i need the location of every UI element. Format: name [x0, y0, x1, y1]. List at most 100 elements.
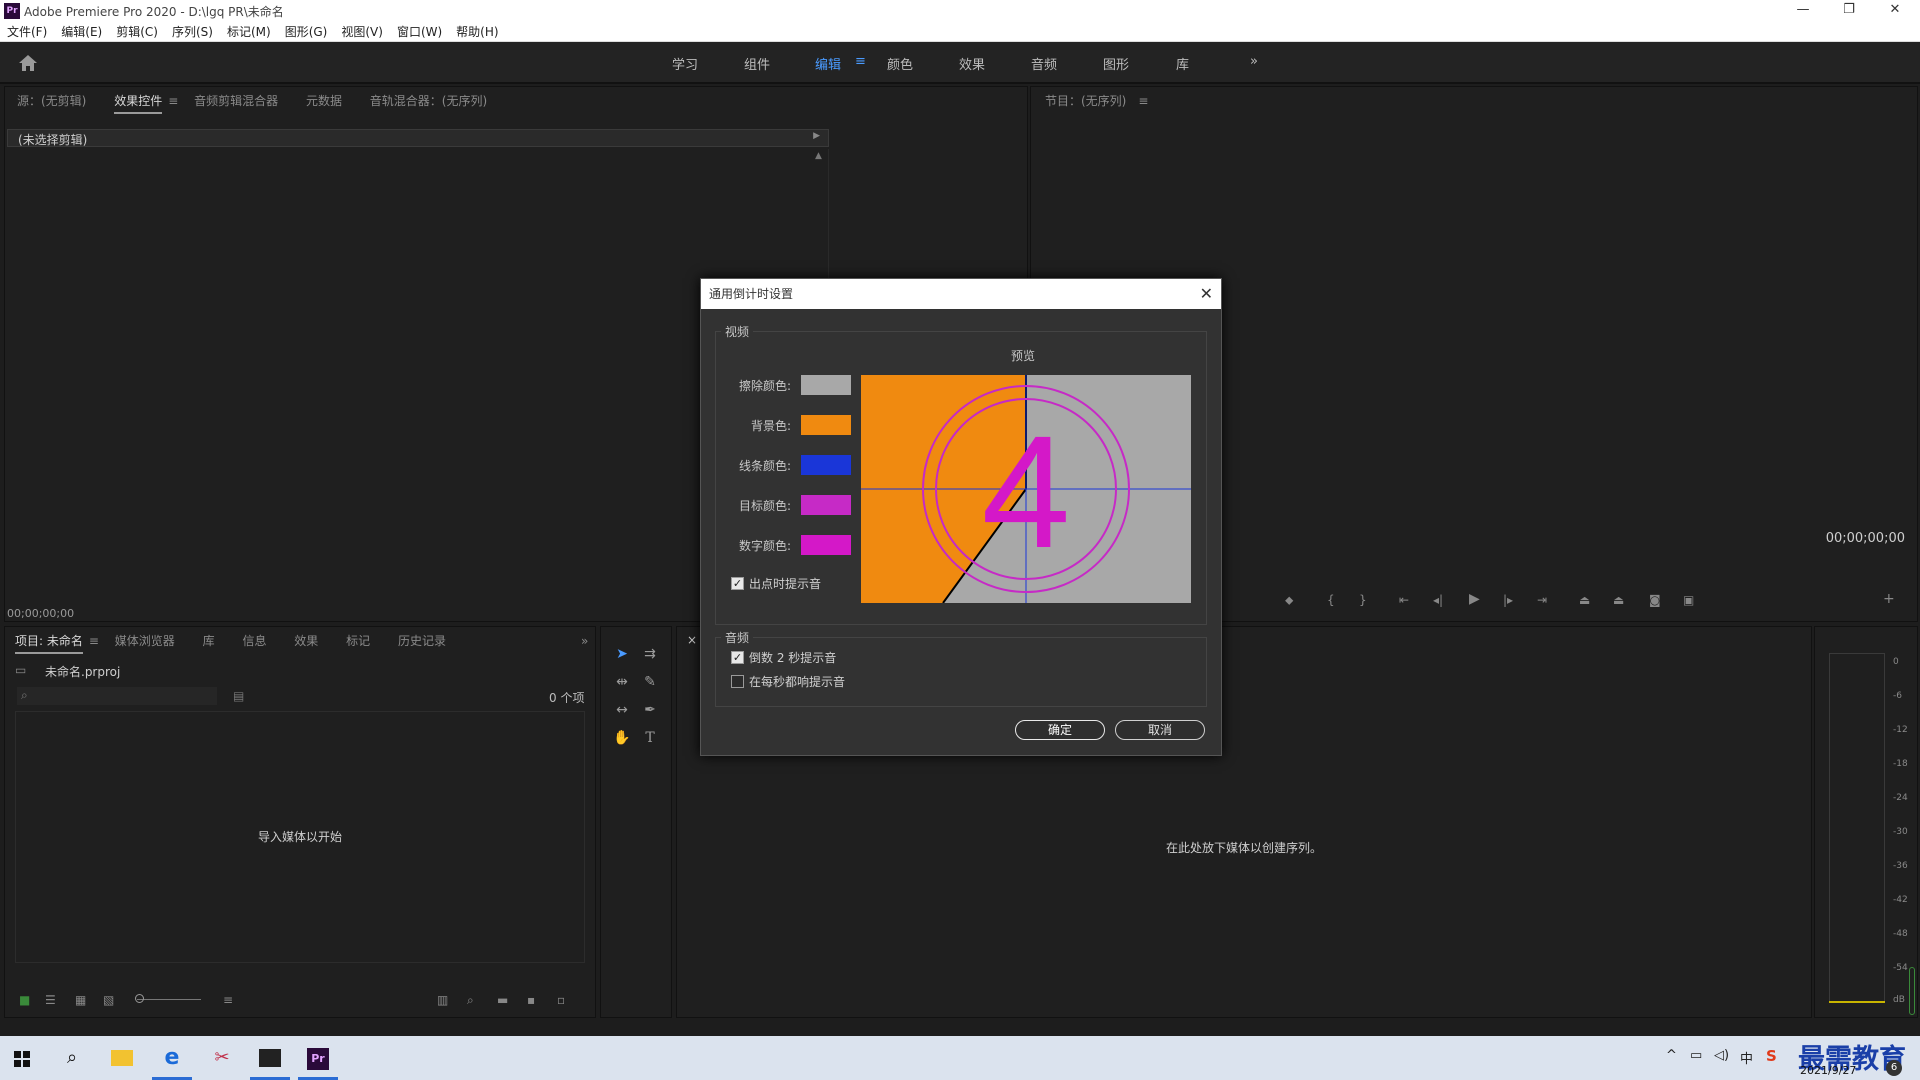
step-back-icon[interactable]: ◂|	[1433, 593, 1443, 607]
tab-effect-controls[interactable]: 效果控件	[114, 90, 163, 114]
tab-info[interactable]: 信息	[242, 627, 266, 655]
workspace-tab-editing[interactable]: 编辑	[815, 54, 841, 73]
tab-audio-track-mixer[interactable]: 音轨混合器：(无序列)	[370, 87, 487, 115]
workspace-tab-assembly[interactable]: 组件	[744, 54, 770, 73]
tab-program[interactable]: 节目：(无序列)	[1045, 87, 1126, 115]
sort-icon[interactable]: ≡	[223, 993, 233, 1007]
automate-icon[interactable]: ▥	[437, 993, 448, 1007]
play-icon[interactable]: ▶	[1469, 591, 1480, 607]
tab-media-browser[interactable]: 媒体浏览器	[115, 627, 175, 655]
ok-button[interactable]: 确定	[1015, 720, 1105, 740]
workspace-overflow-icon[interactable]: »	[1250, 54, 1258, 69]
workspace-tab-graphics[interactable]: 图形	[1103, 54, 1129, 73]
edge-browser-icon[interactable]: e	[156, 1042, 188, 1074]
meter-scrollbar[interactable]	[1909, 967, 1915, 1015]
beep-each-second-checkbox[interactable]	[731, 675, 744, 688]
tab-history[interactable]: 历史记录	[398, 627, 446, 655]
comparison-view-icon[interactable]: ▣	[1683, 593, 1694, 607]
workspace-tab-effects[interactable]: 效果	[959, 54, 985, 73]
go-to-out-icon[interactable]: ⇥	[1537, 593, 1547, 607]
project-search-input[interactable]: ⌕	[17, 687, 217, 705]
tray-chevron-icon[interactable]: ^	[1666, 1048, 1677, 1063]
notification-count-badge[interactable]: 6	[1886, 1060, 1902, 1076]
export-frame-icon[interactable]: ◙	[1649, 593, 1661, 607]
slip-tool-icon[interactable]: ↔	[613, 701, 631, 719]
type-tool-icon[interactable]: T	[641, 729, 659, 747]
zoom-slider[interactable]	[137, 999, 201, 1000]
menu-graphics[interactable]: 图形(G)	[278, 22, 335, 42]
photos-icon[interactable]	[254, 1042, 286, 1074]
pen-tool-icon[interactable]: ✒	[641, 701, 659, 719]
tab-libraries[interactable]: 库	[203, 627, 215, 655]
workspace-tab-libraries[interactable]: 库	[1176, 54, 1189, 73]
project-menu-icon[interactable]: ≡	[89, 634, 99, 648]
file-explorer-icon[interactable]	[106, 1042, 138, 1074]
add-marker-icon[interactable]: ⬥	[1285, 593, 1293, 608]
tab-source[interactable]: 源：(无剪辑)	[17, 87, 86, 115]
snipping-tool-icon[interactable]: ✂	[206, 1042, 238, 1074]
selection-tool-icon[interactable]: ➤	[613, 645, 631, 663]
new-bin-icon[interactable]: ▬	[497, 993, 508, 1007]
mark-out-icon[interactable]: }	[1359, 593, 1367, 607]
line-color-swatch[interactable]	[801, 455, 851, 475]
close-window-button[interactable]: ✕	[1872, 0, 1918, 22]
beep-2s-checkbox[interactable]: ✓	[731, 651, 744, 664]
lock-icon[interactable]: ■	[19, 993, 30, 1007]
workspace-tab-learn[interactable]: 学习	[672, 54, 698, 73]
menu-window[interactable]: 窗口(W)	[390, 22, 449, 42]
menu-markers[interactable]: 标记(M)	[220, 22, 278, 42]
tabs-overflow-icon[interactable]: »	[581, 627, 588, 655]
workspace-menu-icon[interactable]: ≡	[855, 54, 866, 69]
tab-effects[interactable]: 效果	[294, 627, 318, 655]
freeform-view-icon[interactable]: ▧	[103, 993, 114, 1007]
premiere-taskbar-icon[interactable]: Pr	[302, 1042, 334, 1074]
volume-icon[interactable]: ◁)	[1714, 1048, 1729, 1063]
hand-tool-icon[interactable]: ✋	[613, 729, 631, 747]
new-bin-from-search-icon[interactable]: ▤	[233, 689, 244, 703]
menu-help[interactable]: 帮助(H)	[449, 22, 505, 42]
home-icon[interactable]	[18, 54, 38, 72]
workspace-tab-color[interactable]: 颜色	[887, 54, 913, 73]
cancel-button[interactable]: 取消	[1115, 720, 1205, 740]
go-to-in-icon[interactable]: ⇤	[1399, 593, 1409, 607]
program-menu-icon[interactable]: ≡	[1138, 94, 1148, 108]
numeral-color-swatch[interactable]	[801, 535, 851, 555]
new-item-icon[interactable]: ▪	[527, 993, 535, 1007]
wipe-color-swatch[interactable]	[801, 375, 851, 395]
project-drop-area[interactable]: 导入媒体以开始	[15, 711, 585, 963]
tab-metadata[interactable]: 元数据	[306, 87, 342, 115]
step-forward-icon[interactable]: |▸	[1503, 593, 1513, 607]
windows-start-icon[interactable]	[14, 1051, 30, 1067]
menu-view[interactable]: 视图(V)	[334, 22, 390, 42]
trash-icon[interactable]: ▫	[557, 993, 565, 1007]
razor-tool-icon[interactable]: ✎	[641, 673, 659, 691]
play-triangle-icon[interactable]: ▶	[813, 131, 820, 141]
extract-icon[interactable]: ⏏	[1613, 593, 1624, 607]
zoom-slider-handle[interactable]	[135, 994, 144, 1003]
track-select-tool-icon[interactable]: ⇉	[641, 645, 659, 663]
tab-audio-clip-mixer[interactable]: 音频剪辑混合器	[194, 87, 278, 115]
restore-button[interactable]: ❐	[1826, 0, 1872, 22]
button-editor-plus-icon[interactable]: +	[1883, 591, 1895, 607]
search-icon[interactable]: ⌕	[56, 1042, 88, 1074]
network-icon[interactable]: ▭	[1690, 1048, 1702, 1063]
background-color-swatch[interactable]	[801, 415, 851, 435]
menu-file[interactable]: 文件(F)	[0, 22, 54, 42]
tab-project[interactable]: 项目: 未命名	[15, 630, 83, 654]
icon-view-icon[interactable]: ▦	[75, 993, 86, 1007]
dialog-close-icon[interactable]: ✕	[1200, 279, 1213, 309]
lift-icon[interactable]: ⏏	[1579, 593, 1590, 607]
sogou-ime-icon[interactable]: S	[1766, 1047, 1777, 1065]
menu-sequence[interactable]: 序列(S)	[165, 22, 220, 42]
cue-at-out-checkbox[interactable]: ✓	[731, 577, 744, 590]
menu-edit[interactable]: 编辑(E)	[54, 22, 109, 42]
ripple-edit-tool-icon[interactable]: ⇹	[613, 673, 631, 691]
workspace-tab-audio[interactable]: 音频	[1031, 54, 1057, 73]
list-view-icon[interactable]: ☰	[45, 993, 56, 1007]
input-method-icon[interactable]: 中	[1740, 1048, 1753, 1067]
target-color-swatch[interactable]	[801, 495, 851, 515]
menu-clip[interactable]: 剪辑(C)	[109, 22, 165, 42]
find-icon[interactable]: ⌕	[467, 993, 474, 1008]
timeline-close-icon[interactable]: ×	[687, 633, 697, 647]
minimize-button[interactable]: —	[1780, 0, 1826, 22]
